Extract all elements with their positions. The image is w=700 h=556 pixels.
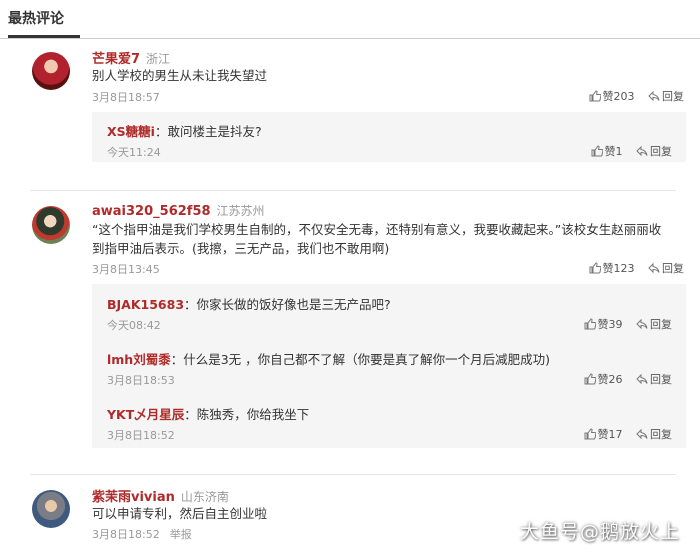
comment-divider <box>30 190 676 191</box>
report-link[interactable]: 举报 <box>170 528 192 541</box>
like-button[interactable]: 赞203 <box>589 90 635 103</box>
like-label: 赞 <box>597 373 609 386</box>
avatar[interactable] <box>32 52 70 90</box>
comment-username[interactable]: 芒果爱7 <box>92 52 140 67</box>
reply-label: 回复 <box>650 373 672 386</box>
reply-button[interactable]: 回复 <box>636 145 672 158</box>
reply-label: 回复 <box>650 318 672 331</box>
comment-username[interactable]: 紫茉雨vivian <box>92 490 175 505</box>
like-label: 赞 <box>597 428 609 441</box>
reply-button[interactable]: 回复 <box>636 428 672 441</box>
like-label: 赞 <box>604 145 616 158</box>
reply-text: 陈独秀，你给我坐下 <box>196 407 310 422</box>
reply-button[interactable]: 回复 <box>648 90 684 103</box>
comment-thread: awai320_562f58 江苏苏州 “这个指甲油是我们学校男生自制的，不仅安全… <box>22 192 686 462</box>
tab-active-indicator <box>8 35 80 38</box>
comment-text: 别人学校的男生从未让我失望过 <box>92 68 268 83</box>
like-button[interactable]: 赞26 <box>584 373 623 386</box>
comment-username[interactable]: awai320_562f58 <box>92 204 211 219</box>
like-button[interactable]: 赞1 <box>591 145 623 158</box>
comment-text-line-1: “这个指甲油是我们学校男生自制的，不仅安全无毒，还特别有意义，我要收藏起来。”该… <box>92 222 662 237</box>
thumbs-up-icon <box>589 90 601 102</box>
reply-text: 敢问楼主是抖友? <box>167 124 262 139</box>
comment-location: 山东济南 <box>180 490 229 504</box>
thumbs-up-icon <box>591 145 603 157</box>
like-button[interactable]: 赞123 <box>589 262 635 275</box>
like-count: 17 <box>608 428 623 441</box>
reply-icon <box>648 90 660 102</box>
reply-label: 回复 <box>662 90 684 103</box>
like-count: 123 <box>613 262 635 275</box>
reply-username[interactable]: XS糖糖i <box>107 124 155 139</box>
like-label: 赞 <box>602 90 614 103</box>
reply-text: 你家长做的饭好像也是三无产品吧? <box>196 297 391 312</box>
reply-icon <box>636 318 648 330</box>
comments-tab-bar: 最热评论 <box>0 0 700 39</box>
comment-thread: 紫茉雨vivian 山东济南 可以申请专利，然后自主创业啦 3月8日18:52 举报 <box>22 476 686 556</box>
like-count: 203 <box>613 90 635 103</box>
reply-actions: 赞39 回复 <box>574 316 672 332</box>
comment-time: 3月8日18:52 <box>92 528 160 541</box>
reply-item: lmh刘蜀黍：什么是3无 ，你自己都不了解（你要是真了解你一个月后减肥成功) <box>107 352 551 367</box>
comment-location: 浙江 <box>146 52 171 66</box>
like-button[interactable]: 赞17 <box>584 428 623 441</box>
comment-text-line-2: 到指甲油后表示。(我擦，三无产品，我们也不敢用啊) <box>92 241 390 256</box>
thumbs-up-icon <box>584 318 596 330</box>
watermark: 大鱼号@鹅放火上 <box>520 521 681 543</box>
reply-label: 回复 <box>650 428 672 441</box>
reply-button[interactable]: 回复 <box>636 373 672 386</box>
like-count: 39 <box>608 318 623 331</box>
reply-username[interactable]: BJAK15683 <box>107 297 184 312</box>
reply-list: BJAK15683：你家长做的饭好像也是三无产品吧? 今天08:42 赞39 回… <box>92 284 686 448</box>
reply-icon <box>636 428 648 440</box>
reply-item: BJAK15683：你家长做的饭好像也是三无产品吧? <box>107 297 391 312</box>
comment-location: 江苏苏州 <box>216 204 265 218</box>
comment-actions: 赞203 回复 <box>579 88 684 104</box>
like-label: 赞 <box>597 318 609 331</box>
comment-divider <box>30 474 676 475</box>
reply-item: XS糖糖i：敢问楼主是抖友? <box>107 124 262 139</box>
reply-text: 什么是3无 ，你自己都不了解（你要是真了解你一个月后减肥成功) <box>183 352 551 367</box>
like-count: 26 <box>608 373 623 386</box>
reply-list: XS糖糖i：敢问楼主是抖友? 今天11:24 赞1 回复 <box>92 112 686 162</box>
avatar[interactable] <box>32 206 70 244</box>
reply-actions: 赞17 回复 <box>574 426 672 442</box>
avatar[interactable] <box>32 490 70 528</box>
like-button[interactable]: 赞39 <box>584 318 623 331</box>
reply-item: YKT乄月星辰：陈独秀，你给我坐下 <box>107 407 310 422</box>
like-count: 1 <box>615 145 623 158</box>
thumbs-up-icon <box>589 262 601 274</box>
reply-button[interactable]: 回复 <box>636 318 672 331</box>
tab-hot-comments[interactable]: 最热评论 <box>8 8 64 28</box>
thumbs-up-icon <box>584 373 596 385</box>
reply-actions: 赞1 回复 <box>581 143 672 159</box>
reply-label: 回复 <box>650 145 672 158</box>
reply-actions: 赞26 回复 <box>574 371 672 387</box>
reply-icon <box>636 373 648 385</box>
comment-actions: 赞123 回复 <box>579 260 684 276</box>
comment-thread: 芒果爱7 浙江 别人学校的男生从未让我失望过 3月8日18:57 赞203 回复 … <box>22 40 686 170</box>
reply-username[interactable]: lmh刘蜀黍 <box>107 352 171 367</box>
reply-icon <box>636 145 648 157</box>
reply-label: 回复 <box>662 262 684 275</box>
like-label: 赞 <box>602 262 614 275</box>
thumbs-up-icon <box>584 428 596 440</box>
reply-button[interactable]: 回复 <box>648 262 684 275</box>
reply-icon <box>648 262 660 274</box>
reply-username[interactable]: YKT乄月星辰 <box>107 407 184 422</box>
